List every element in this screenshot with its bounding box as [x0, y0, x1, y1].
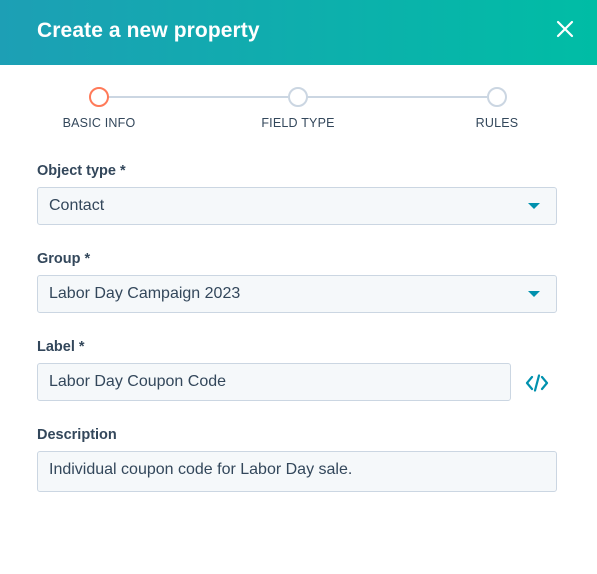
label-input-value: Labor Day Coupon Code — [49, 373, 227, 390]
step-basic-info-indicator[interactable] — [89, 87, 109, 107]
chevron-down-icon — [528, 203, 540, 209]
chevron-down-icon — [528, 291, 540, 297]
description-input-value: Individual coupon code for Labor Day sal… — [49, 461, 353, 478]
step-field-type-label: FIELD TYPE — [261, 116, 335, 130]
step-rules-indicator[interactable] — [487, 87, 507, 107]
step-field-type-indicator[interactable] — [288, 87, 308, 107]
dialog-header: Create a new property — [0, 0, 597, 65]
description-label: Description — [37, 427, 117, 443]
code-icon[interactable] — [523, 371, 551, 395]
group-select[interactable]: Labor Day Campaign 2023 — [37, 275, 557, 313]
object-type-value: Contact — [49, 197, 105, 214]
progress-stepper: BASIC INFO FIELD TYPE RULES — [0, 65, 597, 145]
close-button[interactable] — [550, 14, 580, 44]
object-type-label: Object type * — [37, 163, 126, 179]
description-input[interactable]: Individual coupon code for Labor Day sal… — [37, 451, 557, 492]
label-input[interactable]: Labor Day Coupon Code — [37, 363, 511, 401]
close-icon — [556, 20, 574, 38]
group-value: Labor Day Campaign 2023 — [49, 285, 241, 302]
object-type-select[interactable]: Contact — [37, 187, 557, 225]
create-property-dialog: Create a new property BASIC INFO FIELD T… — [0, 0, 597, 574]
group-label: Group * — [37, 251, 91, 267]
step-rules-label: RULES — [475, 116, 519, 130]
dialog-title: Create a new property — [37, 19, 260, 42]
label-field-label: Label * — [37, 339, 85, 355]
step-basic-info-label: BASIC INFO — [62, 116, 136, 130]
step-connector — [307, 96, 487, 98]
step-connector — [108, 96, 288, 98]
